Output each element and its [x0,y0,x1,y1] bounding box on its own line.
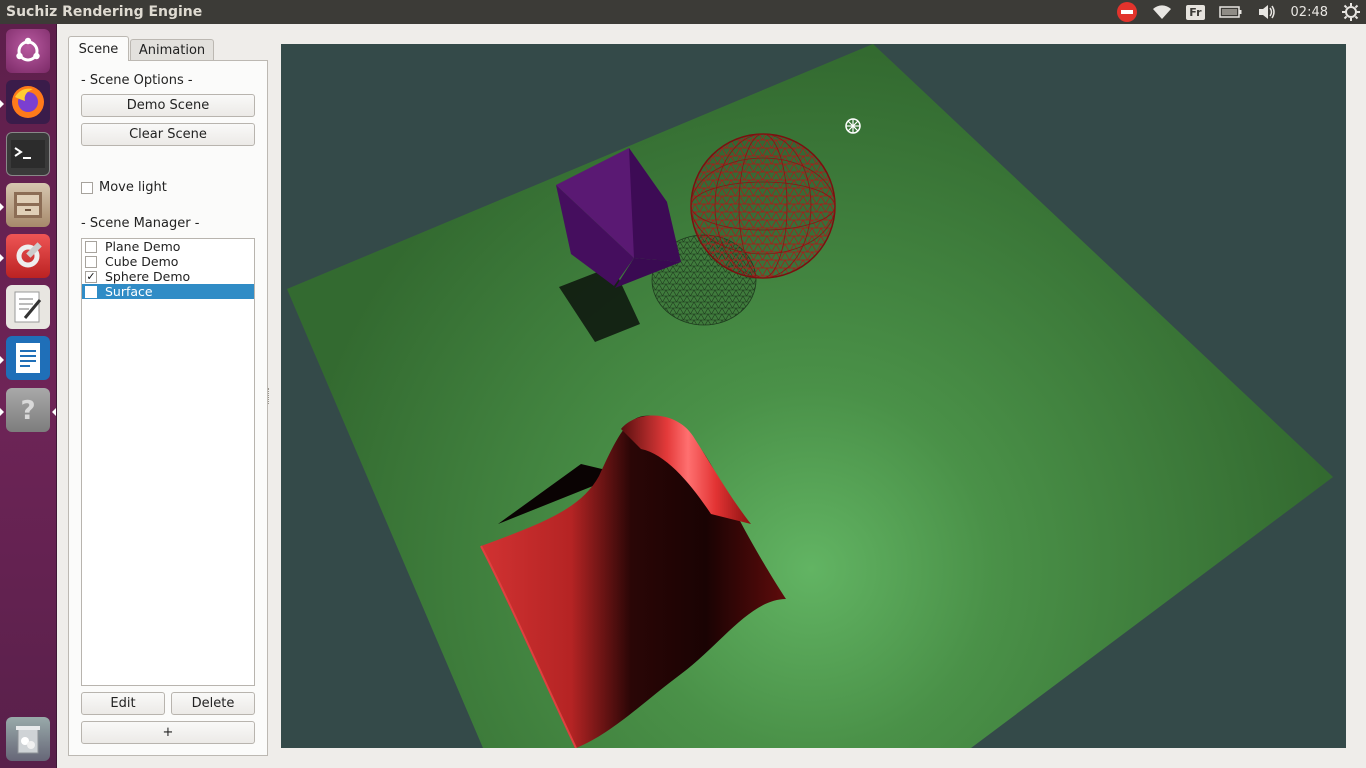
plane-demo-checkbox[interactable] [85,240,97,253]
sphere-demo-checkbox[interactable]: ✓ [85,270,97,283]
top-panel: Suchiz Rendering Engine Fr 02:48 [0,0,1366,24]
delete-button[interactable]: Delete [171,692,255,715]
files-icon[interactable] [6,183,50,227]
render-viewport[interactable] [281,44,1346,748]
list-item-label: Plane Demo [105,239,181,254]
writer-icon[interactable] [6,336,50,380]
gear-icon[interactable] [1342,0,1360,24]
surface-checkbox[interactable] [85,285,97,298]
move-light-check-box[interactable] [81,181,93,194]
add-button[interactable]: + [81,721,255,744]
stop-icon[interactable] [1116,0,1138,24]
list-item-plane-demo[interactable]: Plane Demo [82,239,254,254]
tab-scene[interactable]: Scene [68,36,129,61]
move-light-label: Move light [99,180,167,195]
clear-scene-button[interactable]: Clear Scene [81,123,255,146]
splitter-handle[interactable] [268,388,272,404]
system-settings-icon[interactable] [6,234,50,278]
trash-icon[interactable] [6,717,50,761]
render-canvas [287,44,1333,748]
system-tray: Fr 02:48 [1116,0,1360,24]
terminal-icon[interactable] [6,132,50,176]
firefox-icon[interactable] [6,80,50,124]
list-item-cube-demo[interactable]: Cube Demo [82,254,254,269]
list-item-surface[interactable]: Surface [82,284,254,299]
light-source-icon[interactable] [845,118,861,134]
ubuntu-dash-icon[interactable] [6,29,50,73]
text-editor-icon[interactable] [6,285,50,329]
scene-manager-heading: - Scene Manager - [81,216,200,231]
scene-options-heading: - Scene Options - [81,73,193,88]
tab-animation[interactable]: Animation [130,39,214,61]
help-icon[interactable]: ? [6,388,50,432]
scene-panel: Scene Animation - Scene Options - Demo S… [68,36,268,756]
list-item-label: Sphere Demo [105,269,191,284]
clock[interactable]: 02:48 [1291,0,1328,24]
wireframe-sphere [690,133,836,279]
svg-text:?: ? [20,396,35,425]
scene-list[interactable]: Plane Demo Cube Demo ✓ Sphere Demo Surfa… [81,238,255,686]
launcher: ? [0,24,57,768]
keyboard-layout-label: Fr [1186,4,1205,20]
volume-icon[interactable] [1257,0,1277,24]
wifi-icon[interactable] [1152,0,1172,24]
list-item-label: Cube Demo [105,254,179,269]
window-title: Suchiz Rendering Engine [6,4,203,20]
demo-scene-button[interactable]: Demo Scene [81,94,255,117]
cube-demo-checkbox[interactable] [85,255,97,268]
list-item-label: Surface [105,284,153,299]
keyboard-layout-indicator[interactable]: Fr [1186,0,1205,24]
ground-plane [287,44,1333,748]
battery-icon[interactable] [1218,0,1243,24]
scene-tab-content: - Scene Options - Demo Scene Clear Scene… [68,60,268,756]
edit-button[interactable]: Edit [81,692,165,715]
move-light-checkbox[interactable]: Move light [81,180,167,195]
list-item-sphere-demo[interactable]: ✓ Sphere Demo [82,269,254,284]
